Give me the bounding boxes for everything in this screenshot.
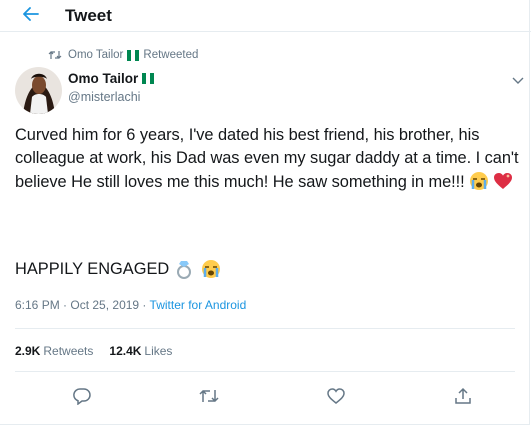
tweet-stats: 2.9K Retweets 12.4K Likes <box>15 344 172 358</box>
tweet-text: Curved him for 6 years, I've dated his b… <box>15 124 520 194</box>
retweet-context: Omo Tailor Retweeted <box>48 49 198 61</box>
retweets-count: 2.9K <box>15 344 41 358</box>
nigeria-flag-icon <box>142 73 155 84</box>
crying-face-icon <box>201 259 221 279</box>
retweets-label: Retweets <box>43 344 94 358</box>
likes-count: 12.4K <box>109 344 142 358</box>
tweet-panel <box>0 0 530 425</box>
page-title: Tweet <box>65 6 112 25</box>
divider <box>15 371 515 372</box>
retweet-icon <box>48 49 62 61</box>
back-arrow-icon[interactable] <box>20 3 42 25</box>
tweet-date[interactable]: Oct 25, 2019 <box>70 298 139 312</box>
like-heart-icon[interactable] <box>326 386 346 406</box>
retweeter-name[interactable]: Omo Tailor <box>68 49 123 61</box>
tweet-text-content: Curved him for 6 years, I've dated his b… <box>15 126 519 191</box>
engaged-line: HAPPILY ENGAGED <box>15 259 221 279</box>
tweet-source[interactable]: Twitter for Android <box>150 298 247 312</box>
share-icon[interactable] <box>453 386 473 406</box>
reply-icon[interactable] <box>72 386 92 406</box>
tweet-meta: 6:16 PM · Oct 25, 2019 · Twitter for And… <box>15 298 247 312</box>
author-name-text: Omo Tailor <box>68 71 139 86</box>
engaged-text: HAPPILY ENGAGED <box>15 259 170 278</box>
divider <box>15 328 515 329</box>
sparkling-heart-icon <box>493 171 513 191</box>
avatar[interactable] <box>15 67 62 114</box>
header: Tweet <box>0 0 531 32</box>
retweeted-label: Retweeted <box>143 49 199 61</box>
retweet-icon[interactable] <box>199 386 219 406</box>
likes-stat[interactable]: 12.4K Likes <box>109 344 172 358</box>
author-handle[interactable]: @misterlachi <box>68 90 140 104</box>
crying-face-icon <box>469 171 489 191</box>
nigeria-flag-icon <box>127 49 140 61</box>
chevron-down-icon[interactable] <box>511 72 525 84</box>
likes-label: Likes <box>144 344 173 358</box>
ring-icon <box>175 259 195 279</box>
tweet-time[interactable]: 6:16 PM <box>15 298 60 312</box>
author-name[interactable]: Omo Tailor <box>68 71 158 86</box>
retweets-stat[interactable]: 2.9K Retweets <box>15 344 93 358</box>
